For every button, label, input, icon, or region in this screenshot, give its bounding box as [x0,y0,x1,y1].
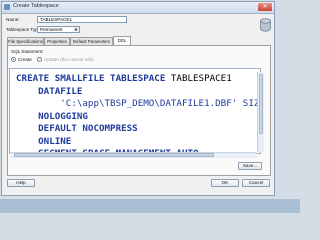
tablespace-type-select[interactable]: Permanent ▼ [37,26,80,33]
vertical-scrollbar[interactable] [257,72,264,152]
sql-line: 'C:\app\TBSP_DEMO\DATAFILE1.DBF' SIZ [16,98,259,111]
update-radio-label: Update (the current edit) [44,57,94,62]
name-label: Name: [6,17,20,22]
tab-properties[interactable]: Properties [44,37,70,45]
sql-statement-label: SQL Statement: [11,49,44,54]
sql-keyword: ONLINE [16,135,72,147]
close-icon[interactable]: ✕ [258,3,272,11]
sql-keyword: NOLOGGING [16,110,88,122]
sql-line: NOLOGGING [16,111,259,124]
horizontal-scroll-thumb[interactable] [14,153,214,157]
update-radio[interactable] [37,57,42,62]
desktop-taskbar [0,199,300,213]
help-button[interactable]: Help [7,179,35,187]
create-radio[interactable] [11,57,16,62]
tab-ddl[interactable]: DDL [113,36,131,45]
app-icon [4,4,10,10]
sql-line: ONLINE [16,136,259,149]
save-button[interactable]: Save... [238,162,262,170]
database-icon [260,18,271,32]
tablespace-type-value: Permanent [40,27,63,32]
sql-value: 'C:\app\TBSP_DEMO\DATAFILE1.DBF' SIZ [16,98,260,109]
title-bar[interactable]: Create Tablespace ✕ [2,2,274,14]
sql-line: DEFAULT NOCOMPRESS [16,123,259,136]
name-input[interactable]: TABLESPACE1 [37,16,127,23]
sql-keyword: CREATE SMALLFILE TABLESPACE [16,73,166,84]
sql-keyword: DEFAULT NOCOMPRESS [16,123,138,134]
window-title: Create Tablespace [13,3,59,9]
sql-code: CREATE SMALLFILE TABLESPACE TABLESPACE1 … [16,73,259,153]
sql-keyword: DATAFILE [16,85,83,97]
sql-line: DATAFILE [16,86,259,99]
cancel-button[interactable]: Cancel [242,179,270,187]
sql-value: TABLESPACE1 [165,73,232,84]
ok-button[interactable]: OK [211,179,239,187]
create-tablespace-dialog: Create Tablespace ✕ Name: TABLESPACE1 Ta… [1,1,275,196]
chevron-down-icon[interactable]: ▼ [73,27,79,32]
horizontal-scrollbar[interactable] [10,152,257,158]
vertical-scroll-thumb[interactable] [259,74,263,134]
tab-file-specifications[interactable]: File Specifications [7,37,44,45]
sql-line: CREATE SMALLFILE TABLESPACE TABLESPACE1 [16,73,259,86]
tab-default-parameters[interactable]: Default Parameters [70,37,113,45]
create-radio-label: Create [18,57,32,62]
sql-editor[interactable]: CREATE SMALLFILE TABLESPACE TABLESPACE1 … [9,68,261,154]
